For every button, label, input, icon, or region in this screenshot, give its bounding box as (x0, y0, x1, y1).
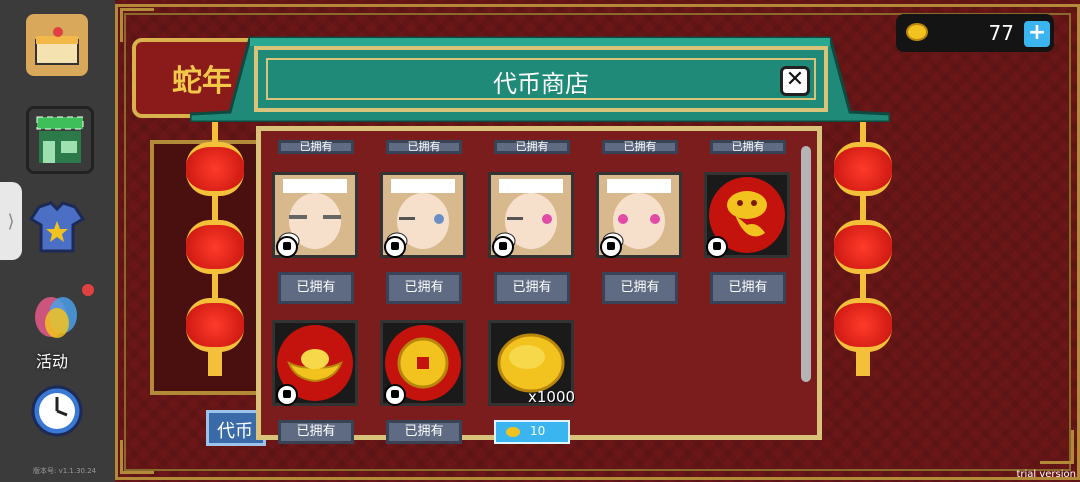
lantern-icon (186, 142, 244, 196)
owned-button-partial[interactable]: 已拥有 (602, 140, 678, 154)
owned-button[interactable]: 已拥有 (710, 272, 786, 304)
close-button[interactable]: ✕ (780, 66, 810, 96)
coin-icon (506, 427, 520, 437)
owned-button-partial[interactable]: 已拥有 (710, 140, 786, 154)
coin-icon (906, 23, 928, 41)
clock-icon[interactable] (26, 380, 88, 442)
lantern-icon (834, 298, 892, 352)
corner-ornament-bl (120, 440, 154, 474)
shop-scrollbar[interactable] (801, 146, 811, 382)
download-badge-icon (706, 236, 728, 258)
lantern-icon (186, 220, 244, 274)
shop-title: 代币商店 (493, 70, 589, 98)
item-quantity: x1000 (528, 388, 576, 406)
owned-button-partial[interactable]: 已拥有 (386, 140, 462, 154)
lantern-icon (186, 298, 244, 352)
download-badge-icon (276, 384, 298, 406)
owned-button-partial[interactable]: 已拥有 (494, 140, 570, 154)
owned-button[interactable]: 已拥有 (278, 420, 354, 444)
owned-button[interactable]: 已拥有 (386, 420, 462, 444)
watermark: trial version (1016, 469, 1076, 480)
background-token-button-label: 代币 (217, 421, 253, 442)
owned-button[interactable]: 已拥有 (386, 272, 462, 304)
owned-button[interactable]: 已拥有 (602, 272, 678, 304)
lantern-icon (834, 142, 892, 196)
notification-dot (82, 284, 94, 296)
download-badge-icon (492, 236, 514, 258)
lantern-icon (834, 220, 892, 274)
download-badge-icon (276, 236, 298, 258)
activity-label: 活动 (36, 352, 69, 371)
add-currency-button[interactable]: + (1024, 21, 1050, 47)
owned-button[interactable]: 已拥有 (278, 272, 354, 304)
coin-count: 77 (988, 21, 1014, 45)
outfit-icon[interactable] (26, 196, 88, 258)
sidebar-expand-handle[interactable]: ⟩ (0, 182, 22, 260)
download-badge-icon (384, 236, 406, 258)
shop-icon[interactable] (26, 106, 94, 174)
buy-button[interactable]: 10 (494, 420, 570, 444)
cake-icon[interactable] (26, 14, 88, 76)
shop-header: 代币商店 (254, 46, 828, 112)
download-badge-icon (384, 384, 406, 406)
tassel-icon (208, 350, 222, 376)
tassel-icon (856, 350, 870, 376)
corner-ornament-br (1040, 430, 1074, 464)
owned-button-partial[interactable]: 已拥有 (278, 140, 354, 154)
owned-button[interactable]: 已拥有 (494, 272, 570, 304)
buy-price: 10 (530, 424, 546, 438)
download-badge-icon (600, 236, 622, 258)
balloon-icon[interactable] (26, 290, 88, 352)
currency-bar: 77 + (896, 14, 1054, 52)
version-text: 版本号: v1.1.30.24 (33, 467, 97, 475)
corner-ornament-tl (120, 8, 154, 42)
